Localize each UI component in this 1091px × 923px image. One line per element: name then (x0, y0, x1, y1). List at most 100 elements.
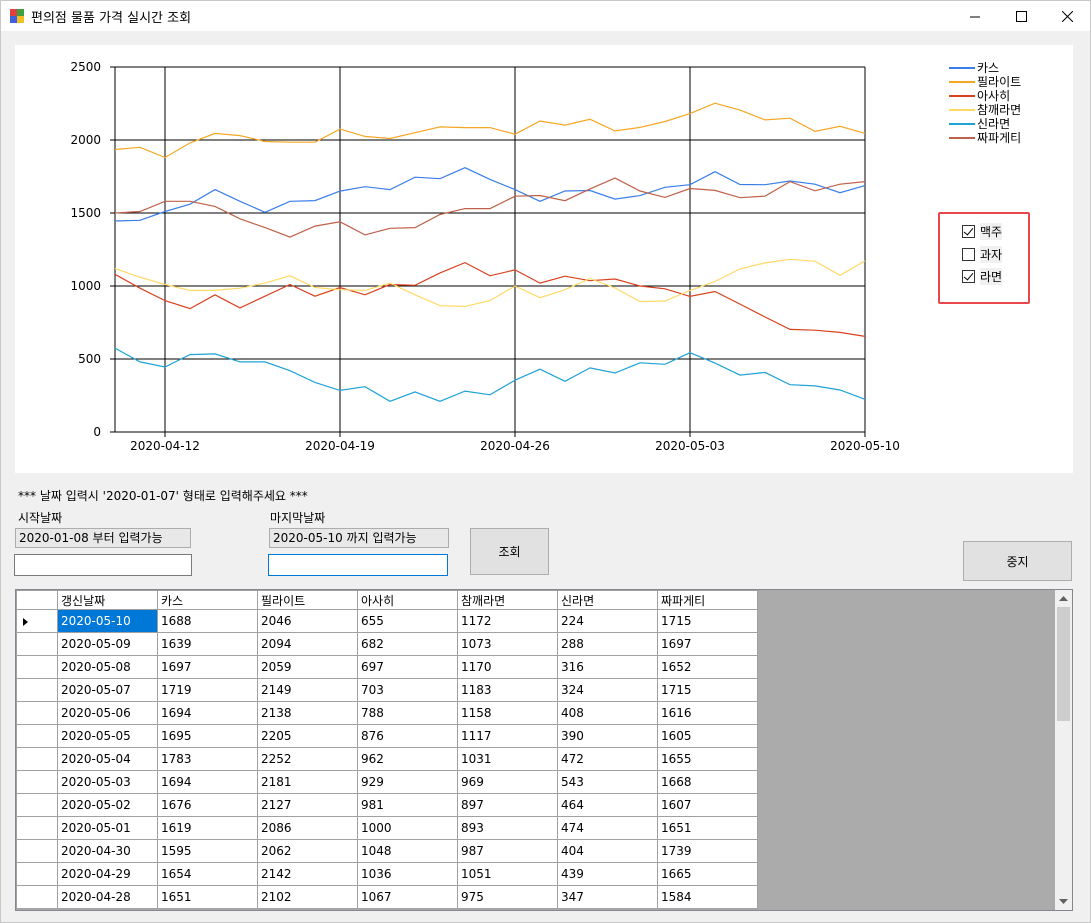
row-header[interactable] (16, 862, 58, 886)
table-row[interactable]: 2020-05-08 1697 2059 697 1170 316 1652 (16, 655, 758, 679)
end-date-input[interactable] (269, 555, 447, 575)
table-cell[interactable]: 288 (557, 632, 658, 656)
table-cell[interactable]: 404 (557, 839, 658, 863)
maximize-button[interactable] (998, 1, 1044, 31)
table-cell[interactable]: 655 (357, 609, 458, 633)
table-row[interactable]: 2020-05-05 1695 2205 876 1117 390 1605 (16, 724, 758, 748)
table-cell[interactable]: 1651 (657, 816, 758, 840)
grid-vertical-scrollbar[interactable] (1055, 590, 1072, 910)
table-cell[interactable]: 1584 (657, 885, 758, 909)
table-cell[interactable]: 897 (457, 793, 558, 817)
table-cell[interactable]: 969 (457, 770, 558, 794)
table-cell[interactable]: 1183 (457, 678, 558, 702)
table-cell[interactable]: 1639 (157, 632, 258, 656)
table-cell[interactable]: 2086 (257, 816, 358, 840)
table-cell[interactable]: 2020-05-05 (57, 724, 158, 748)
table-cell[interactable]: 439 (557, 862, 658, 886)
column-header-filite[interactable]: 필라이트 (257, 590, 358, 610)
column-header-shin-ramyun[interactable]: 신라면 (557, 590, 658, 610)
table-cell[interactable]: 1073 (457, 632, 558, 656)
table-cell[interactable]: 2252 (257, 747, 358, 771)
row-header[interactable] (16, 632, 58, 656)
column-header-date[interactable]: 갱신날짜 (57, 590, 158, 610)
checkbox-beer-box[interactable] (962, 224, 975, 238)
row-header[interactable] (16, 885, 58, 909)
table-cell[interactable]: 543 (557, 770, 658, 794)
table-cell[interactable]: 464 (557, 793, 658, 817)
table-row[interactable]: 2020-04-29 1654 2142 1036 1051 439 1665 (16, 862, 758, 886)
table-cell[interactable]: 876 (357, 724, 458, 748)
table-cell[interactable]: 2102 (257, 885, 358, 909)
table-cell[interactable]: 1654 (157, 862, 258, 886)
table-cell[interactable]: 2020-04-30 (57, 839, 158, 863)
table-cell[interactable]: 1651 (157, 885, 258, 909)
table-cell[interactable]: 2142 (257, 862, 358, 886)
row-header[interactable] (16, 609, 58, 633)
table-cell[interactable]: 2020-05-06 (57, 701, 158, 725)
start-date-input[interactable] (15, 555, 191, 575)
table-row[interactable]: 2020-05-03 1694 2181 929 969 543 1668 (16, 770, 758, 794)
search-button[interactable]: 조회 (470, 528, 549, 575)
table-cell[interactable]: 474 (557, 816, 658, 840)
table-cell[interactable]: 1676 (157, 793, 258, 817)
table-cell[interactable]: 2020-05-08 (57, 655, 158, 679)
table-cell[interactable]: 1619 (157, 816, 258, 840)
table-cell[interactable]: 1036 (357, 862, 458, 886)
table-row[interactable]: 2020-05-01 1619 2086 1000 893 474 1651 (16, 816, 758, 840)
table-cell[interactable]: 1688 (157, 609, 258, 633)
table-cell[interactable]: 1031 (457, 747, 558, 771)
column-header-cass[interactable]: 카스 (157, 590, 258, 610)
table-cell[interactable]: 2020-04-29 (57, 862, 158, 886)
table-cell[interactable]: 1158 (457, 701, 558, 725)
table-cell[interactable]: 1607 (657, 793, 758, 817)
row-header[interactable] (16, 747, 58, 771)
table-cell[interactable]: 1067 (357, 885, 458, 909)
table-cell[interactable]: 893 (457, 816, 558, 840)
table-cell[interactable]: 981 (357, 793, 458, 817)
table-cell[interactable]: 697 (357, 655, 458, 679)
stop-button[interactable]: 중지 (963, 541, 1072, 581)
table-cell[interactable]: 2046 (257, 609, 358, 633)
row-header[interactable] (16, 724, 58, 748)
table-row[interactable]: 2020-04-30 1595 2062 1048 987 404 1739 (16, 839, 758, 863)
table-cell[interactable]: 2020-05-09 (57, 632, 158, 656)
table-cell[interactable]: 1595 (157, 839, 258, 863)
table-cell[interactable]: 703 (357, 678, 458, 702)
table-cell[interactable]: 1655 (657, 747, 758, 771)
table-cell[interactable]: 987 (457, 839, 558, 863)
table-cell[interactable]: 472 (557, 747, 658, 771)
start-date-input-wrap[interactable] (14, 554, 192, 576)
table-cell[interactable]: 2094 (257, 632, 358, 656)
table-cell[interactable]: 1715 (657, 678, 758, 702)
table-cell[interactable]: 2020-05-02 (57, 793, 158, 817)
table-row[interactable]: 2020-05-06 1694 2138 788 1158 408 1616 (16, 701, 758, 725)
table-cell[interactable]: 408 (557, 701, 658, 725)
table-cell[interactable]: 2127 (257, 793, 358, 817)
table-row[interactable]: 2020-05-10 1688 2046 655 1172 224 1715 (16, 609, 758, 633)
table-cell[interactable]: 1715 (657, 609, 758, 633)
table-cell[interactable]: 1783 (157, 747, 258, 771)
table-cell[interactable]: 1605 (657, 724, 758, 748)
table-cell[interactable]: 2020-04-28 (57, 885, 158, 909)
checkbox-ramen-box[interactable] (962, 269, 975, 283)
table-cell[interactable]: 2020-05-04 (57, 747, 158, 771)
table-cell[interactable]: 2062 (257, 839, 358, 863)
table-row[interactable]: 2020-05-04 1783 2252 962 1031 472 1655 (16, 747, 758, 771)
table-cell[interactable]: 1170 (457, 655, 558, 679)
checkbox-beer[interactable]: 맥주 (962, 222, 1003, 240)
table-cell[interactable]: 2205 (257, 724, 358, 748)
scroll-thumb[interactable] (1057, 607, 1070, 721)
row-header[interactable] (16, 839, 58, 863)
table-cell[interactable]: 1051 (457, 862, 558, 886)
table-cell[interactable]: 1739 (657, 839, 758, 863)
table-cell[interactable]: 2059 (257, 655, 358, 679)
table-cell[interactable]: 1665 (657, 862, 758, 886)
table-cell[interactable]: 1172 (457, 609, 558, 633)
table-cell[interactable]: 324 (557, 678, 658, 702)
end-date-input-wrap[interactable] (268, 554, 448, 576)
table-row[interactable]: 2020-04-28 1651 2102 1067 975 347 1584 (16, 885, 758, 909)
table-cell[interactable]: 2020-05-01 (57, 816, 158, 840)
table-row[interactable]: 2020-05-02 1676 2127 981 897 464 1607 (16, 793, 758, 817)
column-header-asahi[interactable]: 아사히 (357, 590, 458, 610)
checkbox-snack[interactable]: 과자 (962, 245, 1003, 263)
